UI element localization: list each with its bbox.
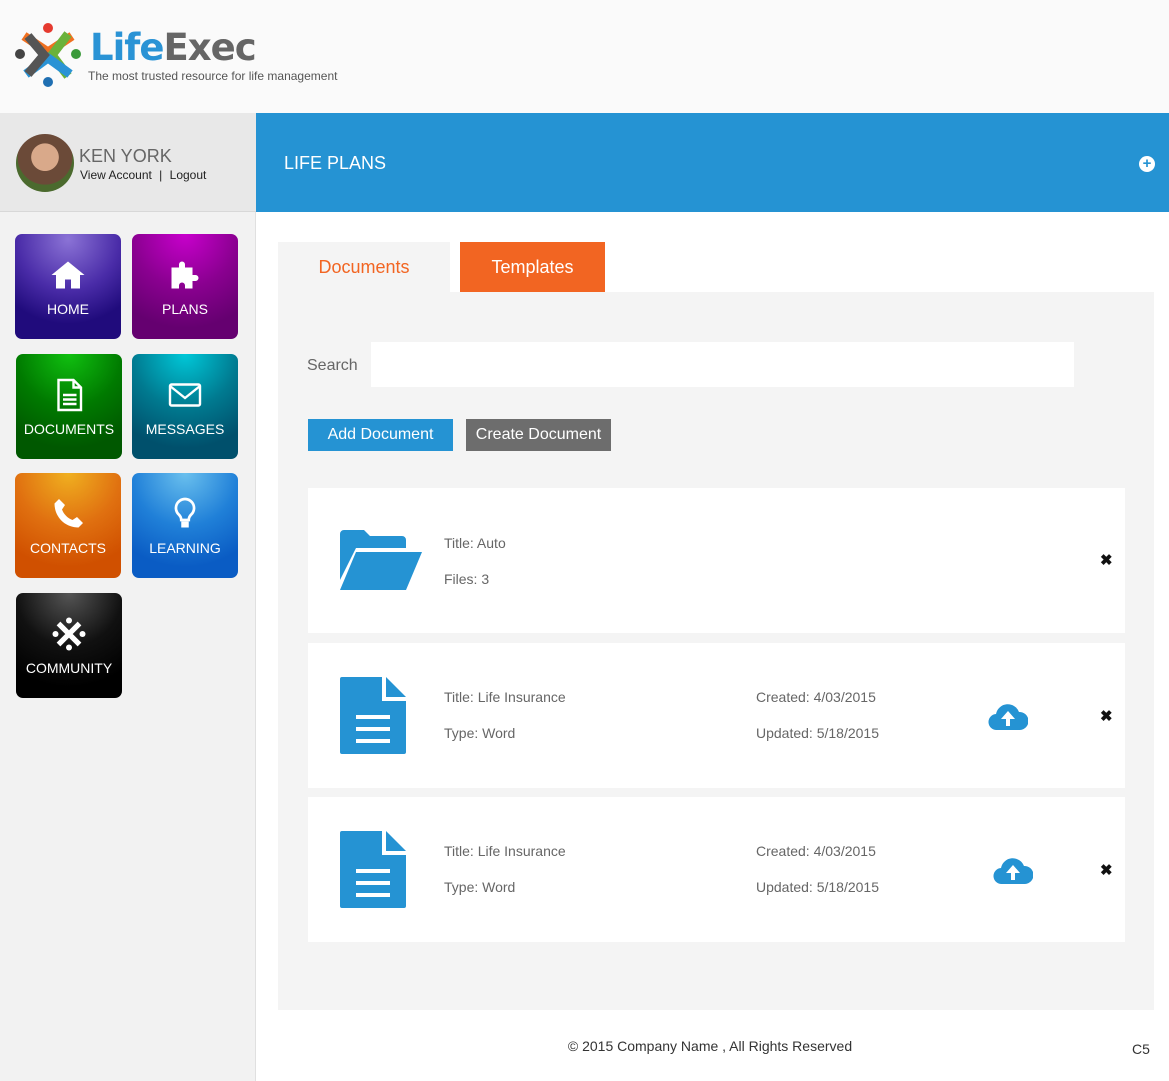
nav-tile-home[interactable]: HOME [15, 234, 121, 339]
item-created: Created: 4/03/2015 [756, 689, 876, 705]
add-document-button[interactable]: Add Document [308, 419, 453, 451]
item-updated: Updated: 5/18/2015 [756, 725, 879, 741]
page-title: LIFE PLANS [284, 153, 387, 173]
document-file-icon [340, 831, 406, 908]
folder-icon [340, 530, 422, 590]
lifeexec-logo-icon [15, 23, 81, 87]
tab-documents[interactable]: Documents [278, 242, 450, 292]
close-icon[interactable]: ✖ [1100, 551, 1113, 569]
lightbulb-icon [174, 497, 196, 527]
brand-name[interactable]: LifeExec [90, 26, 257, 69]
list-item[interactable]: Title: Life Insurance Type: Word Created… [308, 643, 1125, 788]
list-item[interactable]: Title: Auto Files: 3 ✖ [308, 488, 1125, 633]
document-icon [57, 378, 83, 411]
item-type: Type: Word [444, 725, 516, 741]
user-links: View Account | Logout [80, 168, 206, 182]
footer-copyright: © 2015 Company Name , All Rights Reserve… [567, 1038, 853, 1054]
list-item[interactable]: Title: Life Insurance Type: Word Created… [308, 797, 1125, 942]
logout-link[interactable]: Logout [170, 168, 207, 182]
item-files: Files: 3 [444, 571, 490, 587]
item-updated: Updated: 5/18/2015 [756, 879, 879, 895]
cloud-upload-icon[interactable] [993, 855, 1033, 885]
view-account-link[interactable]: View Account [80, 168, 152, 182]
footer-code: C5 [1132, 1041, 1150, 1057]
close-icon[interactable]: ✖ [1100, 861, 1113, 879]
separator: | [159, 168, 163, 182]
nav-tile-contacts[interactable]: CONTACTS [15, 473, 121, 578]
avatar [16, 134, 74, 192]
phone-icon [54, 498, 83, 527]
community-icon [52, 617, 86, 650]
puzzle-icon [171, 261, 199, 288]
item-title: Title: Auto [444, 535, 506, 551]
search-label: Search [307, 357, 358, 374]
home-icon [51, 261, 85, 288]
tab-templates[interactable]: Templates [460, 242, 605, 292]
nav-tile-plans[interactable]: PLANS [132, 234, 238, 339]
search-input[interactable] [371, 342, 1074, 387]
item-created: Created: 4/03/2015 [756, 843, 876, 859]
close-icon[interactable]: ✖ [1100, 707, 1113, 725]
create-document-button[interactable]: Create Document [466, 419, 611, 451]
item-title: Title: Life Insurance [444, 843, 566, 859]
item-title: Title: Life Insurance [444, 689, 566, 705]
nav-tile-learning[interactable]: LEARNING [132, 473, 238, 578]
envelope-icon [168, 382, 202, 407]
add-plan-icon[interactable]: + [1139, 156, 1155, 172]
nav-tile-community[interactable]: COMMUNITY [16, 593, 122, 698]
section-header [256, 113, 1169, 212]
item-type: Type: Word [444, 879, 516, 895]
nav-tile-messages[interactable]: MESSAGES [132, 354, 238, 459]
brand-tagline: The most trusted resource for life manag… [88, 69, 338, 83]
document-file-icon [340, 677, 406, 754]
user-name: KEN YORK [79, 146, 172, 166]
nav-tile-documents[interactable]: DOCUMENTS [16, 354, 122, 459]
cloud-upload-icon[interactable] [988, 701, 1028, 731]
